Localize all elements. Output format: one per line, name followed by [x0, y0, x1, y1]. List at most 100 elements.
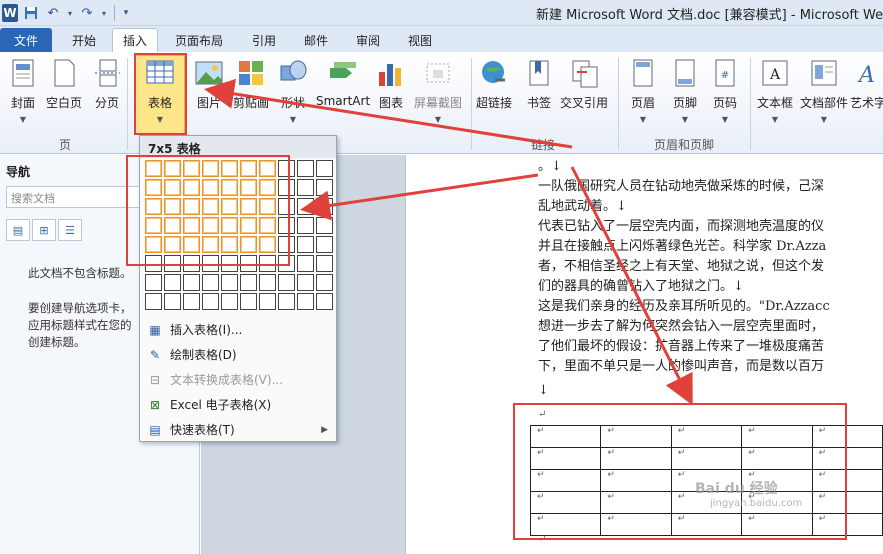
- table-grid-cell[interactable]: [297, 274, 314, 291]
- excel-spreadsheet-label: Excel 电子表格(X): [170, 398, 272, 412]
- tab-insert[interactable]: 插入: [112, 28, 158, 52]
- quick-parts-button[interactable]: 文档部件 ▼: [800, 58, 848, 124]
- table-grid-cell[interactable]: [278, 274, 295, 291]
- tab-references[interactable]: 引用: [242, 28, 286, 52]
- table-grid-cell[interactable]: [240, 293, 257, 310]
- table-grid-cell[interactable]: [297, 293, 314, 310]
- cover-page-button[interactable]: 封面 ▼: [8, 58, 38, 124]
- document-line: 一队俄国研究人员在钻动地壳做采炼的时候，己深: [538, 179, 825, 194]
- nav-pages-tab-icon[interactable]: ⊞: [32, 219, 56, 241]
- word-logo-icon[interactable]: W: [2, 4, 18, 22]
- save-icon[interactable]: [22, 4, 40, 22]
- cover-page-icon: [8, 58, 38, 88]
- table-grid-cell[interactable]: [259, 293, 276, 310]
- svg-text:A: A: [769, 67, 781, 83]
- picture-button[interactable]: 图片: [194, 58, 224, 111]
- nav-view-tabs: ▤ ⊞ ☰: [6, 219, 82, 241]
- table-grid-cell[interactable]: [145, 293, 162, 310]
- table-grid-cell[interactable]: [202, 274, 219, 291]
- wordart-icon: A: [853, 58, 883, 88]
- excel-spreadsheet-menu-item[interactable]: ⊠ Excel 电子表格(X): [140, 392, 336, 417]
- smartart-icon: [328, 58, 358, 88]
- table-grid-cell[interactable]: [183, 293, 200, 310]
- nav-headings-tab-icon[interactable]: ▤: [6, 219, 30, 241]
- undo-dropdown-icon[interactable]: ▾: [66, 4, 74, 22]
- table-grid-cell[interactable]: [316, 236, 333, 253]
- table-grid-cell[interactable]: [316, 255, 333, 272]
- screenshot-label: 屏幕截图: [414, 96, 463, 110]
- tab-review[interactable]: 审阅: [346, 28, 390, 52]
- chevron-down-icon: ▼: [681, 115, 689, 124]
- page-number-button[interactable]: # 页码 ▼: [710, 58, 740, 124]
- tab-view[interactable]: 视图: [398, 28, 442, 52]
- convert-text-menu-item[interactable]: ⊟ 文本转换成表格(V)...: [140, 367, 336, 392]
- table-grid-cell[interactable]: [145, 274, 162, 291]
- nav-help-line-2: 应用标题样式在您的: [28, 318, 132, 332]
- tab-file[interactable]: 文件: [0, 28, 52, 52]
- insert-table-menu-item[interactable]: ▦ 插入表格(I)...: [140, 317, 336, 342]
- table-grid-cell[interactable]: [316, 160, 333, 177]
- table-grid-cell[interactable]: [316, 179, 333, 196]
- bookmark-button[interactable]: 书签: [524, 58, 554, 111]
- window-title: 新建 Microsoft Word 文档.doc [兼容模式] - Micros…: [536, 8, 883, 23]
- customize-qat-icon[interactable]: ▾: [121, 4, 131, 22]
- table-grid-cell[interactable]: [297, 217, 314, 234]
- footer-button[interactable]: 页脚 ▼: [670, 58, 700, 124]
- table-grid-cell[interactable]: [297, 160, 314, 177]
- table-grid-cell[interactable]: [202, 293, 219, 310]
- tab-page-layout[interactable]: 页面布局: [166, 28, 232, 52]
- bookmark-label: 书签: [526, 96, 551, 110]
- undo-icon[interactable]: ↶: [44, 4, 62, 22]
- table-grid-cell[interactable]: [297, 236, 314, 253]
- document-line: 。↓: [538, 159, 562, 174]
- chart-button[interactable]: 图表: [376, 58, 406, 111]
- document-line: 下，里面不单只是一人的惨叫声音，而是数以百万: [538, 359, 825, 374]
- document-line: 们的器具的确曾钻入了地狱之门。↓: [538, 279, 744, 294]
- table-grid-cell[interactable]: [297, 255, 314, 272]
- table-grid-cell[interactable]: [221, 274, 238, 291]
- tab-mailings[interactable]: 邮件: [294, 28, 338, 52]
- tab-home[interactable]: 开始: [62, 28, 106, 52]
- table-grid-cell[interactable]: [164, 274, 181, 291]
- document-line: 者，不相信圣经之上有天堂、地狱之说，但这个发: [538, 259, 825, 274]
- submenu-arrow-icon: ▶: [321, 424, 328, 435]
- hyperlink-button[interactable]: 超链接: [476, 58, 512, 111]
- shapes-label: 形状: [280, 96, 305, 110]
- screenshot-button[interactable]: 屏幕截图 ▼: [414, 58, 462, 124]
- table-grid-cell[interactable]: [278, 293, 295, 310]
- shapes-button[interactable]: 形状 ▼: [278, 58, 308, 124]
- wordart-button[interactable]: A 艺术字: [850, 58, 883, 111]
- nav-results-tab-icon[interactable]: ☰: [58, 219, 82, 241]
- page-break-button[interactable]: 分页: [92, 58, 122, 111]
- table-grid-cell[interactable]: [259, 274, 276, 291]
- table-grid-cell[interactable]: [316, 274, 333, 291]
- blank-page-button[interactable]: 空白页: [46, 58, 82, 111]
- group-separator: [618, 58, 619, 150]
- picture-label: 图片: [196, 96, 221, 110]
- quick-tables-menu-item[interactable]: ▤ 快速表格(T) ▶: [140, 417, 336, 442]
- table-grid-cell[interactable]: [164, 293, 181, 310]
- header-button[interactable]: 页眉 ▼: [628, 58, 658, 124]
- quick-parts-label: 文档部件: [800, 96, 849, 110]
- table-grid-cell[interactable]: [297, 179, 314, 196]
- smartart-button[interactable]: SmartArt: [316, 58, 370, 108]
- table-grid-cell[interactable]: [316, 217, 333, 234]
- document-line: 代表已钻入了一层空壳内面，而探测地壳温度的仪: [538, 219, 825, 234]
- table-grid-cell[interactable]: [316, 293, 333, 310]
- cross-reference-button[interactable]: 交叉引用: [560, 58, 608, 111]
- text-box-button[interactable]: A 文本框 ▼: [757, 58, 793, 124]
- table-grid-cell[interactable]: [316, 198, 333, 215]
- page-break-icon: [92, 58, 122, 88]
- table-grid-cell[interactable]: [240, 274, 257, 291]
- header-icon: [628, 58, 658, 88]
- table-grid-cell[interactable]: [221, 293, 238, 310]
- redo-dropdown-icon[interactable]: ▾: [100, 4, 108, 22]
- chevron-down-icon: ▼: [289, 115, 297, 124]
- draw-table-menu-item[interactable]: ✎ 绘制表格(D): [140, 342, 336, 367]
- table-grid-cell[interactable]: [297, 198, 314, 215]
- redo-icon[interactable]: ↷: [78, 4, 96, 22]
- annotation-box-table-button: [134, 53, 187, 135]
- table-grid-cell[interactable]: [183, 274, 200, 291]
- nav-empty-message: 此文档不包含标题。: [28, 266, 132, 280]
- clip-art-button[interactable]: 剪贴画: [233, 58, 269, 111]
